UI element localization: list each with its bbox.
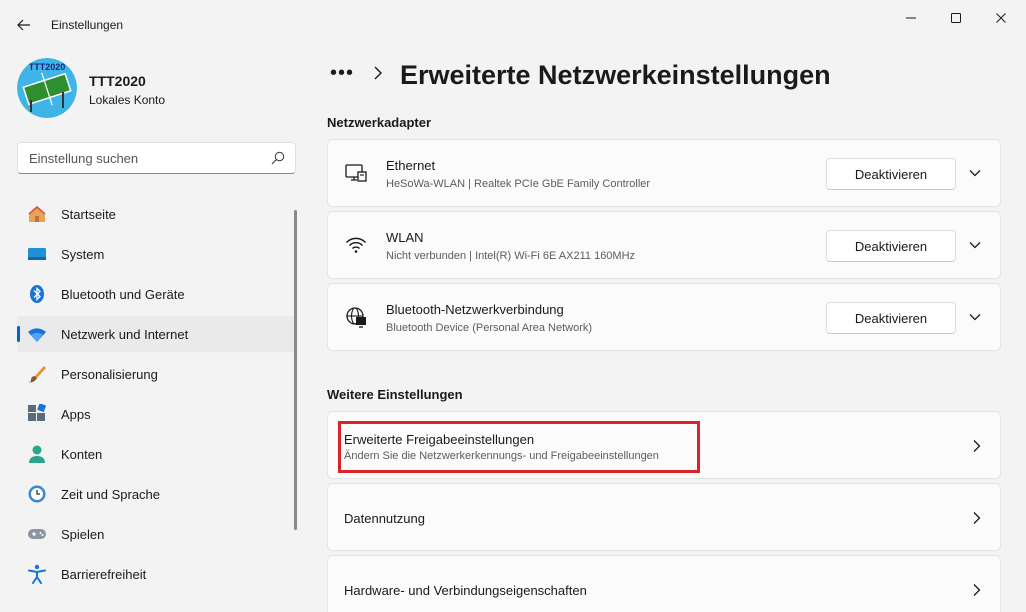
minimize-button[interactable] (888, 6, 934, 30)
profile-name: TTT2020 (89, 73, 146, 89)
section-title-adapters: Netzwerkadapter (327, 115, 432, 130)
settings-window: Einstellungen TTT2020 TTT2020 Lokales Ko… (0, 0, 1026, 612)
sidebar-item-label: Konten (61, 447, 103, 462)
avatar-text: TTT2020 (29, 62, 66, 72)
setting-card-data-usage[interactable]: Datennutzung (327, 483, 1001, 551)
chevron-down-icon[interactable] (968, 166, 982, 180)
title-bar: Einstellungen (0, 0, 1026, 48)
sidebar-item-bluetooth[interactable]: Bluetooth und Geräte (17, 276, 296, 312)
globe-network-icon (346, 307, 366, 328)
minimize-icon (906, 17, 916, 19)
wifi-icon (28, 328, 46, 342)
sidebar-item-label: Apps (61, 407, 91, 422)
sidebar-item-konten[interactable]: Konten (17, 436, 296, 472)
sidebar-item-zeit[interactable]: Zeit und Sprache (17, 476, 296, 512)
close-icon (996, 13, 1006, 23)
sidebar-nav: Startseite System Bluetooth und Geräte N… (17, 196, 296, 596)
back-arrow-icon (17, 19, 30, 31)
setting-card-hardware[interactable]: Hardware- und Verbindungseigenschaften (327, 555, 1001, 612)
sidebar-item-label: Personalisierung (61, 367, 158, 382)
adapter-card-wlan[interactable]: WLAN Nicht verbunden | Intel(R) Wi-Fi 6E… (327, 211, 1001, 279)
chevron-right-icon (973, 440, 981, 452)
apps-icon (28, 404, 47, 421)
sidebar-item-apps[interactable]: Apps (17, 396, 296, 432)
adapter-name: WLAN (386, 230, 424, 245)
section-title-more-settings: Weitere Einstellungen (327, 387, 463, 402)
chevron-right-icon (973, 584, 981, 596)
sidebar-item-startseite[interactable]: Startseite (17, 196, 296, 232)
adapter-name: Ethernet (386, 158, 436, 173)
maximize-icon (951, 13, 961, 23)
adapter-description: Bluetooth Device (Personal Area Network) (386, 322, 593, 334)
setting-card-sharing[interactable]: Erweiterte Freigabeeinstellungen Ändern … (327, 411, 1001, 479)
sidebar-item-label: Spielen (61, 527, 105, 542)
app-title: Einstellungen (51, 18, 124, 32)
avatar: TTT2020 (17, 58, 77, 118)
clock-globe-icon (28, 485, 46, 503)
sidebar-item-label: Zeit und Sprache (61, 487, 161, 502)
selected-indicator (17, 326, 20, 342)
brush-icon (28, 366, 46, 383)
deactivate-button[interactable]: Deaktivieren (826, 158, 956, 190)
sidebar-scrollbar[interactable] (294, 210, 297, 530)
user-profile[interactable]: TTT2020 TTT2020 Lokales Konto (17, 58, 287, 120)
adapter-card-bluetooth[interactable]: Bluetooth-Netzwerkverbindung Bluetooth D… (327, 283, 1001, 351)
breadcrumb-more-button[interactable]: ••• (330, 62, 354, 85)
sidebar-item-label: Netzwerk und Internet (61, 327, 189, 342)
chevron-down-icon[interactable] (968, 310, 982, 324)
setting-subtitle: Ändern Sie die Netzwerkerkennungs- und F… (344, 450, 659, 462)
person-icon (29, 445, 45, 463)
wifi-icon (345, 237, 367, 253)
highlight-box (338, 421, 700, 473)
deactivate-button[interactable]: Deaktivieren (826, 230, 956, 262)
home-icon (28, 205, 46, 222)
sidebar-item-label: System (61, 247, 105, 262)
sidebar-item-personalisierung[interactable]: Personalisierung (17, 356, 296, 392)
deactivate-button[interactable]: Deaktivieren (826, 302, 956, 334)
adapter-name: Bluetooth-Netzwerkverbindung (386, 302, 564, 317)
search-icon (271, 151, 285, 165)
setting-title: Erweiterte Freigabeeinstellungen (344, 432, 535, 447)
setting-title: Hardware- und Verbindungseigenschaften (344, 583, 587, 598)
bluetooth-icon (30, 285, 44, 303)
sidebar-item-label: Startseite (61, 207, 116, 222)
breadcrumb: ••• Erweiterte Netzwerkeinstellungen (330, 58, 1010, 98)
sidebar-item-barrierefreiheit[interactable]: Barrierefreiheit (17, 556, 296, 592)
sidebar-item-label: Barrierefreiheit (61, 567, 147, 582)
chevron-down-icon[interactable] (968, 238, 982, 252)
search-input[interactable]: Einstellung suchen (17, 142, 296, 174)
maximize-button[interactable] (933, 6, 979, 30)
adapter-description: Nicht verbunden | Intel(R) Wi-Fi 6E AX21… (386, 250, 636, 262)
chevron-right-icon (973, 512, 981, 524)
sidebar-item-spielen[interactable]: Spielen (17, 516, 296, 552)
sidebar-item-label: Bluetooth und Geräte (61, 287, 185, 302)
close-button[interactable] (978, 6, 1024, 30)
search-placeholder: Einstellung suchen (29, 151, 139, 166)
gamepad-icon (28, 529, 46, 539)
page-title: Erweiterte Netzwerkeinstellungen (400, 60, 831, 90)
sidebar-item-system[interactable]: System (17, 236, 296, 272)
adapter-card-ethernet[interactable]: Ethernet HeSoWa-WLAN | Realtek PCIe GbE … (327, 139, 1001, 207)
setting-title: Datennutzung (344, 511, 425, 526)
chevron-right-icon (374, 66, 382, 80)
accessibility-icon (28, 564, 46, 584)
back-button[interactable] (10, 12, 38, 38)
adapter-description: HeSoWa-WLAN | Realtek PCIe GbE Family Co… (386, 178, 651, 190)
sidebar-item-netzwerk[interactable]: Netzwerk und Internet (17, 316, 296, 352)
profile-account-type: Lokales Konto (89, 93, 166, 107)
ethernet-icon (345, 164, 367, 182)
system-icon (28, 248, 46, 260)
